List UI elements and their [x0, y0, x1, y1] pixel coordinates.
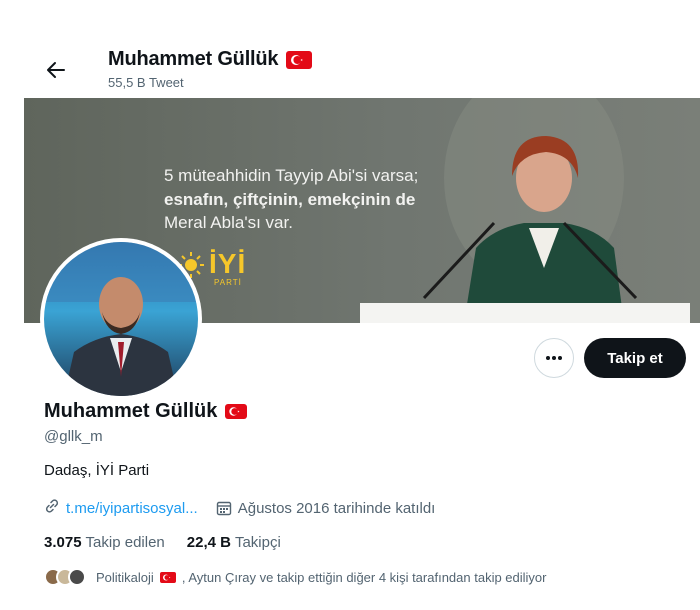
link-icon [44, 498, 60, 518]
profile-page: Muhammet Güllük 55,5 B Tweet 5 müteahhid… [24, 40, 700, 610]
known-followers-avatars [44, 568, 86, 586]
following-count: 3.075 [44, 534, 82, 551]
podium [360, 303, 690, 323]
more-icon[interactable] [534, 338, 574, 378]
profile-handle: @gllk_m [44, 428, 103, 445]
party-logo: İYİ [209, 248, 247, 279]
turkish-flag-icon [225, 404, 248, 419]
turkish-flag-icon [159, 571, 176, 583]
profile-stats: 3.075 Takip edilen 22,4 B Takipçi [44, 534, 281, 551]
profile-meta: t.me/iyipartisosyal... Ağustos 2016 tari… [44, 498, 435, 518]
followers-label: Takipçi [234, 534, 281, 551]
following-label: Takip edilen [85, 534, 165, 551]
follow-button[interactable]: Takip et [584, 338, 686, 378]
known-followers-prefix: Politikaloji [96, 569, 154, 585]
profile-bio: Dadaş, İYİ Parti [44, 462, 150, 479]
profile-link[interactable]: t.me/iyipartisosyal... [66, 500, 198, 517]
banner-text-line-1: 5 müteahhidin Tayyip Abi'si varsa; [164, 166, 419, 185]
profile-name: Muhammet Güllük [44, 400, 248, 423]
turkish-flag-icon [286, 50, 313, 69]
known-followers[interactable]: Politikaloji , Aytun Çıray ve takip etti… [44, 568, 547, 586]
known-followers-suffix: , Aytun Çıray ve takip ettiğin diğer 4 k… [181, 569, 547, 585]
tweet-count: 55,5 B Tweet [108, 75, 184, 90]
followers-stat[interactable]: 22,4 B Takipçi [187, 534, 281, 551]
followers-count: 22,4 B [186, 534, 231, 551]
header-name: Muhammet Güllük [108, 48, 313, 71]
profile-name-text: Muhammet Güllük [44, 400, 218, 422]
join-date: Ağustos 2016 tarihinde katıldı [237, 499, 436, 517]
avatar-photo [44, 242, 198, 396]
avatar[interactable] [40, 238, 202, 400]
header-name-text: Muhammet Güllük [108, 48, 279, 70]
party-logo-sub: PARTİ [214, 278, 242, 287]
back-arrow-icon[interactable] [42, 56, 70, 84]
banner-text-line-3: Meral Abla'sı var. [164, 213, 293, 232]
banner-text-line-2: esnafın, çiftçinin, emekçinin de [164, 190, 416, 209]
top-bar: Muhammet Güllük 55,5 B Tweet [24, 40, 700, 98]
calendar-icon [216, 500, 232, 516]
avatar [68, 568, 86, 586]
following-stat[interactable]: 3.075 Takip edilen [44, 534, 165, 551]
